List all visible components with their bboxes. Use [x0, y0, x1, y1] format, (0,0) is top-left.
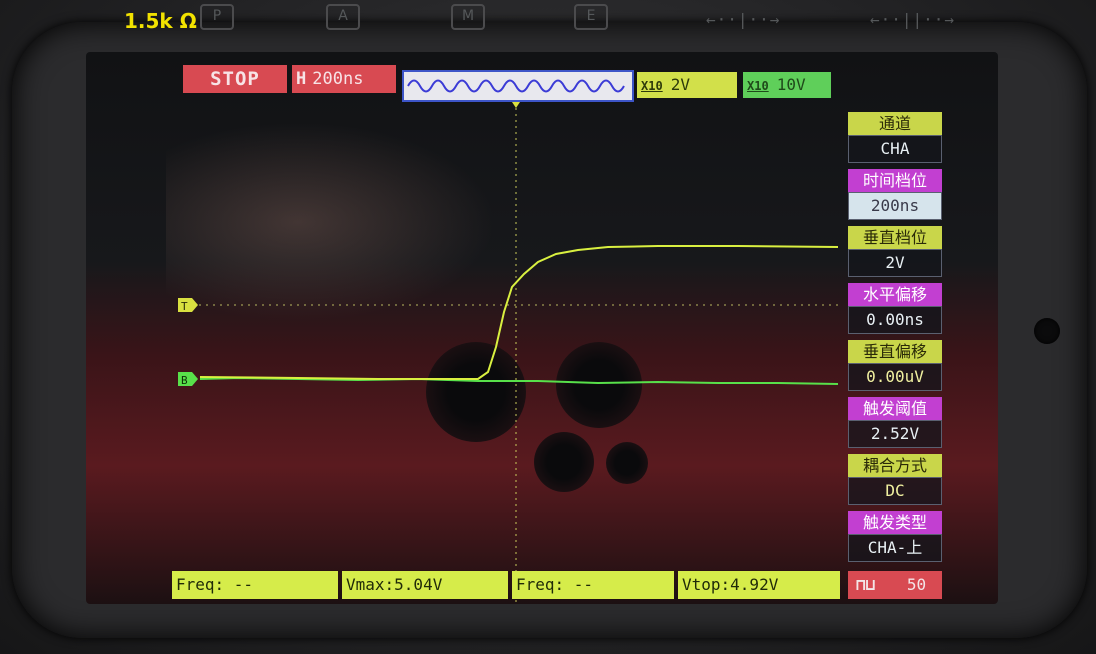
- scope-screen: STOP H 200ns X10 2V X10 10V T B 通道 CHA 时…: [86, 52, 998, 604]
- menu-value: 0.00ns: [848, 306, 942, 334]
- menu-title: 水平偏移: [848, 283, 942, 306]
- oscilloscope-device: P A M E ←··|··→ ←··||··→ 1.5k Ω STOP H 20…: [0, 0, 1096, 654]
- trigger-counter-value: 50: [906, 575, 927, 594]
- ch2-probe: X10: [747, 79, 769, 93]
- menu-title: 触发阈值: [848, 397, 942, 420]
- waveform-canvas: T B: [178, 102, 838, 604]
- menu-title: 通道: [848, 112, 942, 135]
- ch1-frequency-readout: Freq: --: [172, 571, 338, 599]
- timebase-prefix: H: [296, 69, 307, 89]
- menu-item-timebase[interactable]: 时间档位 200ns: [848, 169, 942, 220]
- menu-title: 耦合方式: [848, 454, 942, 477]
- menu-value: CHA-上: [848, 534, 942, 562]
- timebase-badge[interactable]: H 200ns: [292, 65, 396, 93]
- pulse-icon: ⊓⊔: [856, 575, 876, 594]
- ch2-scale-badge[interactable]: X10 10V: [743, 72, 831, 98]
- ground-marker-label: B: [181, 374, 188, 387]
- hardware-button-expand[interactable]: ←··||··→: [870, 10, 955, 29]
- menu-title: 垂直档位: [848, 226, 942, 249]
- menu-value: CHA: [848, 135, 942, 163]
- ch1-probe: X10: [641, 79, 663, 93]
- trigger-level-marker: T: [178, 298, 198, 313]
- ch1-volts-per-div: 2V: [670, 75, 690, 94]
- hardware-button-a[interactable]: A: [326, 4, 360, 30]
- menu-item-vertical-scale[interactable]: 垂直档位 2V: [848, 226, 942, 277]
- trigger-counter: ⊓⊔ 50: [848, 571, 942, 599]
- hardware-button-zoom[interactable]: ←··|··→: [706, 10, 780, 29]
- waveform-overview: [402, 70, 634, 102]
- menu-value: DC: [848, 477, 942, 505]
- ch1-trace: [199, 245, 838, 380]
- overview-wave-icon: [407, 79, 625, 93]
- hardware-button-e[interactable]: E: [574, 4, 608, 30]
- ch1-scale-badge[interactable]: X10 2V: [637, 72, 737, 98]
- run-state-badge[interactable]: STOP: [183, 65, 287, 93]
- menu-value: 0.00uV: [848, 363, 942, 391]
- menu-value: 2.52V: [848, 420, 942, 448]
- resistance-label: 1.5k Ω: [124, 9, 197, 33]
- trigger-marker-label: T: [181, 300, 188, 313]
- menu-item-trigger-type[interactable]: 触发类型 CHA-上: [848, 511, 942, 562]
- waveform-plot: T B: [178, 102, 838, 604]
- ground-marker: B: [178, 372, 198, 387]
- menu-item-coupling[interactable]: 耦合方式 DC: [848, 454, 942, 505]
- hardware-button-p[interactable]: P: [200, 4, 234, 30]
- menu-item-vertical-offset[interactable]: 垂直偏移 0.00uV: [848, 340, 942, 391]
- ch1-vmax-readout: Vmax:5.04V: [342, 571, 508, 599]
- menu-item-trigger-threshold[interactable]: 触发阈值 2.52V: [848, 397, 942, 448]
- menu-title: 触发类型: [848, 511, 942, 534]
- ch2-frequency-readout: Freq: --: [512, 571, 674, 599]
- menu-value: 200ns: [848, 192, 942, 220]
- side-button[interactable]: [1034, 318, 1060, 344]
- menu-title: 垂直偏移: [848, 340, 942, 363]
- menu-item-channel[interactable]: 通道 CHA: [848, 112, 942, 163]
- hardware-button-m[interactable]: M: [451, 4, 485, 30]
- menu-item-horizontal-offset[interactable]: 水平偏移 0.00ns: [848, 283, 942, 334]
- ch2-vtop-readout: Vtop:4.92V: [678, 571, 840, 599]
- trigger-position-marker: [512, 102, 520, 108]
- timebase-value: 200ns: [312, 69, 364, 89]
- menu-title: 时间档位: [848, 169, 942, 192]
- ch2-volts-per-div: 10V: [776, 75, 806, 94]
- menu-value: 2V: [848, 249, 942, 277]
